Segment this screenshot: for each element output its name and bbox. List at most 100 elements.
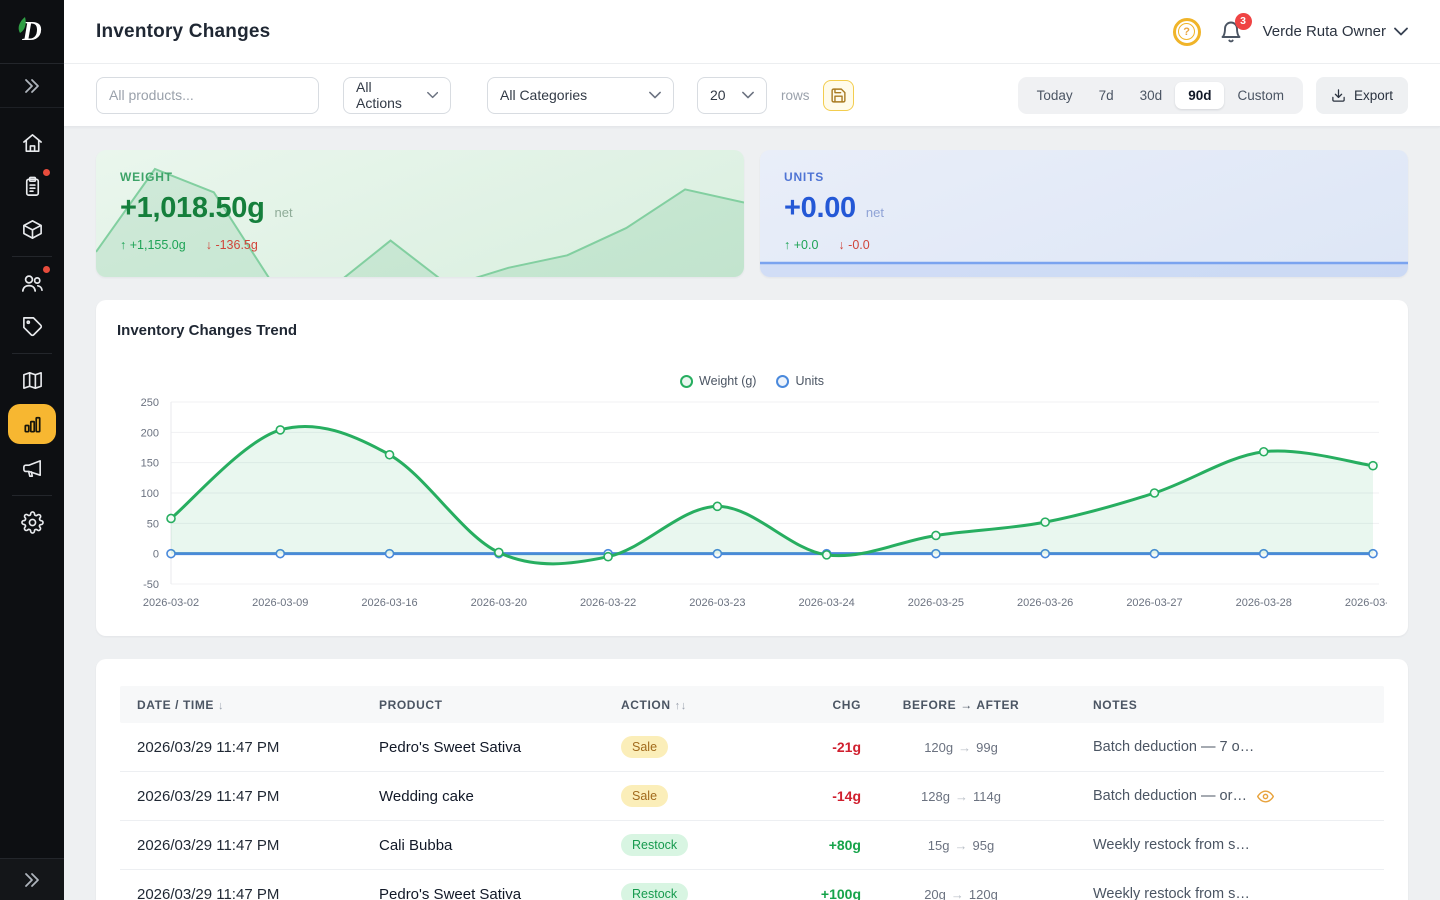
weight-stat-card: WEIGHT +1,018.50g net ↑ +1,155.0g ↓ -136… <box>96 150 744 277</box>
weight-value: +1,018.50g <box>120 192 265 225</box>
weight-series-point[interactable] <box>1041 518 1049 526</box>
chevron-down-icon <box>427 91 438 99</box>
sidebar-item-settings[interactable] <box>8 501 56 543</box>
save-view-button[interactable] <box>823 80 854 111</box>
action-filter-select[interactable]: All Actions <box>343 77 451 114</box>
legend-swatch <box>776 375 789 388</box>
weight-series-point[interactable] <box>495 548 503 556</box>
svg-text:200: 200 <box>141 427 159 439</box>
chevron-down-icon <box>649 91 661 99</box>
weight-label: WEIGHT <box>120 170 720 184</box>
user-menu[interactable]: Verde Ruta Owner <box>1263 23 1408 40</box>
chart-legend: Weight (g) Units <box>680 374 824 388</box>
cell-datetime: 2026/03/29 11:47 PM <box>137 739 379 756</box>
rows-per-page-select[interactable]: 20 <box>697 77 767 114</box>
legend-item-units[interactable]: Units <box>776 374 823 388</box>
home-icon <box>21 132 44 155</box>
weight-series-point[interactable] <box>1260 448 1268 456</box>
cell-notes: Weekly restock from s… <box>1061 886 1374 900</box>
range-button-90d[interactable]: 90d <box>1175 82 1224 109</box>
help-button[interactable]: ? <box>1173 18 1201 46</box>
weight-series-point[interactable] <box>167 514 175 522</box>
table-row[interactable]: 2026/03/29 11:47 PMPedro's Sweet SativaS… <box>120 723 1384 772</box>
action-badge: Sale <box>621 736 668 758</box>
sidebar-item-tags[interactable] <box>8 305 56 347</box>
cell-notes: Weekly restock from s… <box>1061 837 1374 853</box>
legend-label: Weight (g) <box>699 374 756 388</box>
column-header: BEFORE → AFTER <box>861 698 1061 712</box>
svg-text:50: 50 <box>147 518 159 530</box>
cell-before-after: 120g→99g <box>861 740 1061 755</box>
sidebar: D <box>0 0 64 900</box>
column-header[interactable]: DATE / TIME↓ <box>137 698 379 712</box>
date-range-group: Today7d30d90dCustom <box>1018 77 1303 114</box>
table-row[interactable]: 2026/03/29 11:47 PMCali BubbaRestock+80g… <box>120 821 1384 870</box>
category-filter-select[interactable]: All Categories <box>487 77 674 114</box>
weight-series-point[interactable] <box>1150 489 1158 497</box>
topbar-actions: ? 3 Verde Ruta Owner <box>1173 18 1408 46</box>
weight-series-point[interactable] <box>1369 462 1377 470</box>
chevron-down-icon <box>1394 27 1408 36</box>
cell-notes: Batch deduction — 7 o… <box>1061 739 1374 755</box>
rows-per-page-value: 20 <box>710 87 726 103</box>
range-button-7d[interactable]: 7d <box>1086 82 1127 109</box>
sidebar-collapse-button[interactable] <box>0 858 64 900</box>
range-button-30d[interactable]: 30d <box>1127 82 1176 109</box>
cell-datetime: 2026/03/29 11:47 PM <box>137 837 379 854</box>
double-chevron-right-icon <box>23 78 41 94</box>
top-bar: Inventory Changes ? 3 Verde Ruta Owner <box>64 0 1440 64</box>
units-net-label: net <box>866 205 884 220</box>
table-row[interactable]: 2026/03/29 11:47 PMWedding cakeSale-14g1… <box>120 772 1384 821</box>
sidebar-item-catalog[interactable] <box>8 359 56 401</box>
svg-text:2026-03-25: 2026-03-25 <box>908 597 964 609</box>
product-search-input[interactable] <box>96 77 319 114</box>
weight-series-point[interactable] <box>823 551 831 559</box>
sidebar-item-marketing[interactable] <box>8 447 56 489</box>
save-icon <box>830 87 847 104</box>
notifications-button[interactable]: 3 <box>1219 19 1245 45</box>
weight-series-point[interactable] <box>713 502 721 510</box>
weight-series-point[interactable] <box>386 451 394 459</box>
app-logo[interactable]: D <box>0 0 64 64</box>
download-icon <box>1331 88 1346 103</box>
table-body: 2026/03/29 11:47 PMPedro's Sweet SativaS… <box>120 723 1384 900</box>
range-button-today[interactable]: Today <box>1024 82 1086 109</box>
chevron-down-icon <box>742 91 754 99</box>
legend-item-weight--g-[interactable]: Weight (g) <box>680 374 756 388</box>
eye-icon[interactable] <box>1257 788 1274 805</box>
column-header: NOTES <box>1061 698 1374 712</box>
table-row[interactable]: 2026/03/29 11:47 PMPedro's Sweet SativaR… <box>120 870 1384 900</box>
arrow-right-icon: → <box>955 838 968 853</box>
sidebar-item-products[interactable] <box>8 208 56 250</box>
sidebar-item-analytics[interactable] <box>8 404 56 444</box>
export-button[interactable]: Export <box>1316 77 1408 114</box>
weight-outflow: ↓ -136.5g <box>206 238 258 252</box>
sidebar-nav <box>0 108 64 858</box>
action-badge: Restock <box>621 834 688 856</box>
cell-before-after: 128g→114g <box>861 789 1061 804</box>
svg-text:2026-03-09: 2026-03-09 <box>252 597 308 609</box>
weight-series-point[interactable] <box>604 553 612 561</box>
chart-title: Inventory Changes Trend <box>117 322 1387 339</box>
svg-text:2026-03-16: 2026-03-16 <box>361 597 417 609</box>
sidebar-item-home[interactable] <box>8 122 56 164</box>
bar-chart-icon <box>21 413 44 436</box>
category-filter-value: All Categories <box>500 87 587 103</box>
weight-series-point[interactable] <box>932 531 940 539</box>
cell-change: -21g <box>771 739 861 755</box>
column-header[interactable]: ACTION↑↓ <box>621 698 771 712</box>
weight-series-point[interactable] <box>276 426 284 434</box>
range-button-custom[interactable]: Custom <box>1224 82 1297 109</box>
arrow-right-icon: → <box>958 740 971 755</box>
weight-net-label: net <box>275 205 293 220</box>
export-label: Export <box>1354 88 1393 103</box>
sidebar-item-orders[interactable] <box>8 165 56 207</box>
column-header: PRODUCT <box>379 698 621 712</box>
rows-label: rows <box>781 88 810 103</box>
filter-bar-right: Today7d30d90dCustom Export <box>1018 77 1408 114</box>
sidebar-expand-button[interactable] <box>0 64 64 108</box>
svg-text:250: 250 <box>141 397 159 409</box>
svg-text:2026-03-26: 2026-03-26 <box>1017 597 1073 609</box>
sidebar-item-customers[interactable] <box>8 262 56 304</box>
sidebar-divider <box>12 353 52 354</box>
